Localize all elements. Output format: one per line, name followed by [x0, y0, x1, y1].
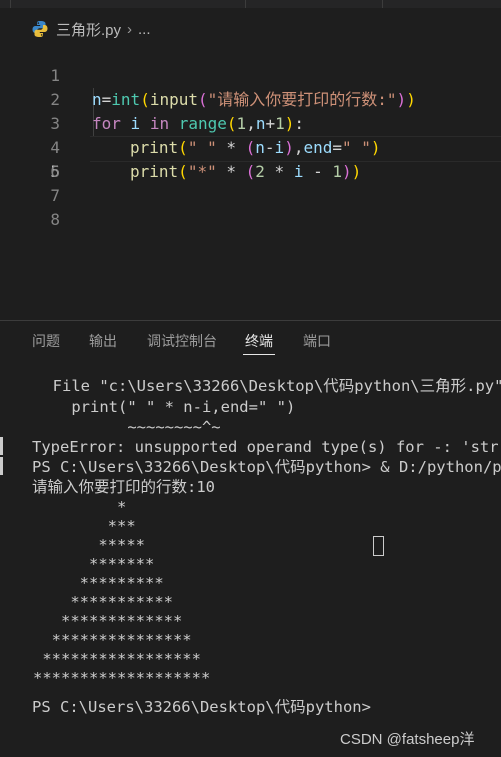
terminal-command-decoration[interactable] [0, 437, 3, 455]
triangle-row: *************** [33, 631, 192, 649]
triangle-row: ******************* [33, 669, 211, 687]
terminal-line: print(" " * n-i,end=" ") [34, 398, 296, 416]
tab-terminal[interactable]: 终端 [245, 331, 273, 351]
python-file-icon [32, 21, 48, 37]
chevron-right-icon: › [127, 20, 133, 38]
triangle-row: ************* [33, 612, 183, 630]
tab-problems[interactable]: 问题 [32, 331, 60, 351]
line-number: 8 [50, 210, 60, 229]
breadcrumb-file[interactable]: 三角形.py [56, 19, 121, 40]
watermark: CSDN @fatsheep洋 [340, 731, 475, 748]
terminal-line: TypeError: unsupported operand type(s) f… [32, 438, 501, 456]
terminal-line: File "c:\Users\33266\Desktop\代码python\三角… [34, 377, 501, 395]
tab-divider [382, 0, 383, 8]
triangle-row: ******* [33, 555, 155, 573]
terminal-cursor [373, 536, 384, 556]
triangle-row: ***************** [33, 650, 201, 668]
terminal-command-path: D:/python/py [398, 458, 501, 476]
active-tab-indicator [243, 354, 275, 355]
triangle-row: *** [33, 517, 136, 535]
code-editor[interactable]: 1 n=int(input("请输入你要打印的行数:")) 2 for i in… [0, 38, 501, 320]
line-number: 7 [50, 186, 60, 205]
breadcrumb-more[interactable]: ... [138, 21, 151, 38]
tab-output[interactable]: 输出 [89, 331, 117, 351]
triangle-row: ********* [33, 574, 164, 592]
tab-divider [10, 0, 11, 8]
terminal-command-decoration[interactable] [0, 457, 3, 475]
tab-divider [245, 0, 246, 8]
terminal-line: ~~~~~~~~^~ [34, 418, 221, 436]
line-number: 6 [50, 162, 60, 181]
panel-tab-bar: 问题 输出 调试控制台 终端 端口 [0, 321, 501, 361]
terminal[interactable]: File "c:\Users\33266\Desktop\代码python\三角… [0, 361, 501, 757]
terminal-prompt: PS C:\Users\33266\Desktop\代码python> [32, 698, 371, 716]
tab-ports[interactable]: 端口 [303, 331, 331, 351]
terminal-line: PS C:\Users\33266\Desktop\代码python> & D:… [32, 457, 501, 477]
terminal-line: 请输入你要打印的行数:10 [32, 478, 215, 496]
triangle-row: *********** [33, 593, 173, 611]
triangle-row: * [33, 498, 127, 516]
editor-tab-strip[interactable] [0, 0, 501, 8]
tab-debug-console[interactable]: 调试控制台 [147, 331, 217, 351]
triangle-row: ***** [33, 536, 145, 554]
